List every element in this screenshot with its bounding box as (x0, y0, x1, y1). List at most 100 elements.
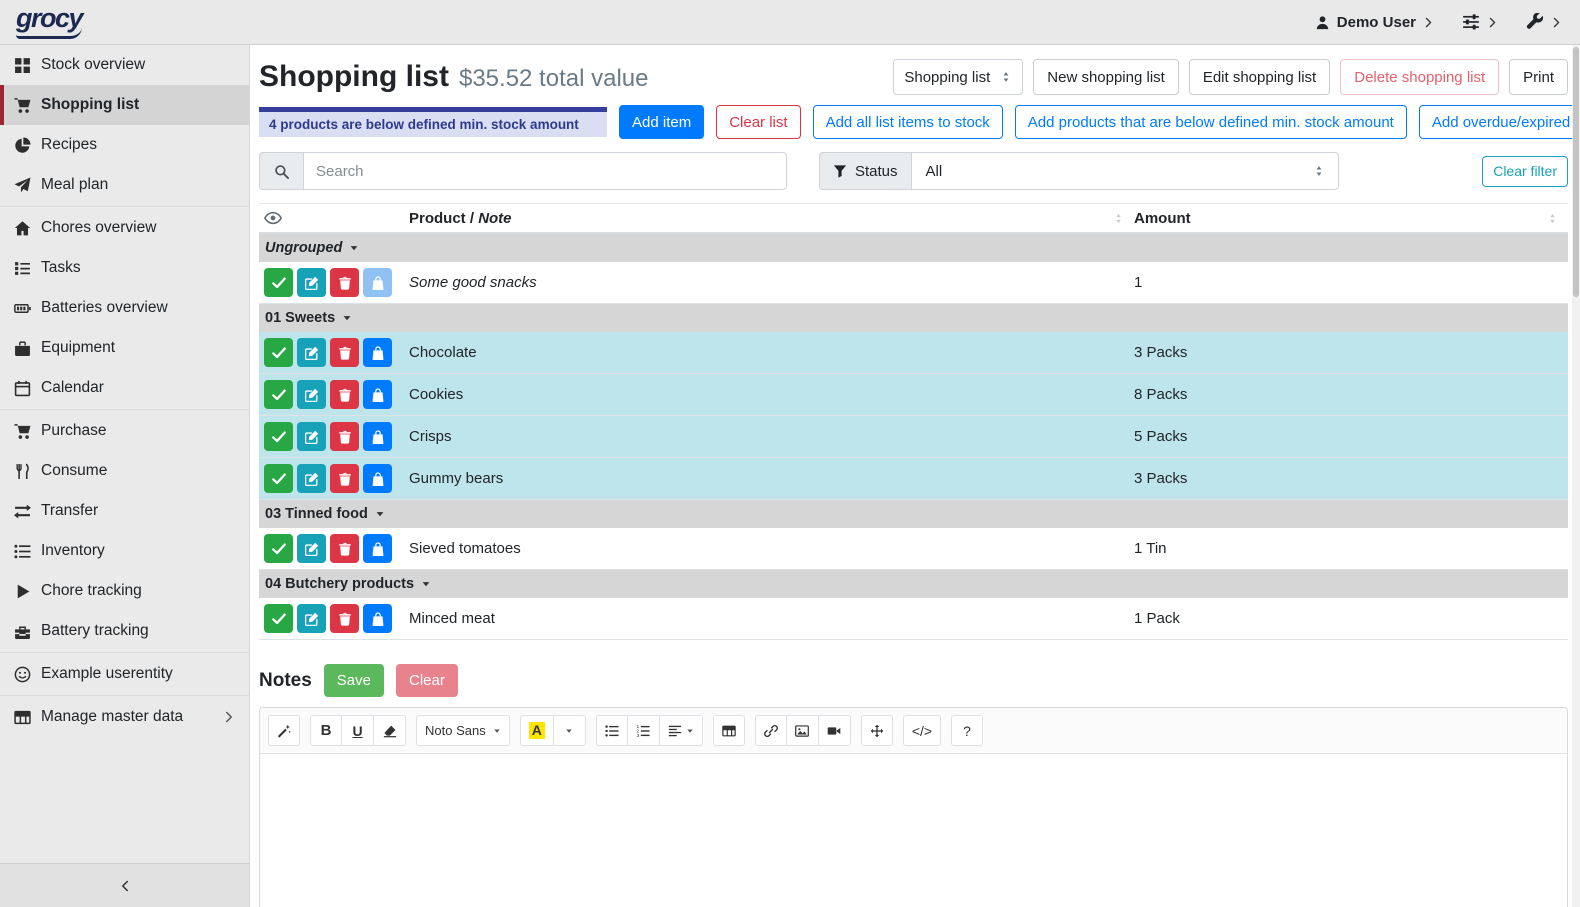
sidebar-item-recipes[interactable]: Recipes (0, 125, 249, 165)
row-delete-button[interactable] (330, 422, 359, 451)
sort-icon[interactable] (1113, 213, 1124, 224)
edit-shopping-list-button[interactable]: Edit shopping list (1189, 59, 1330, 95)
notes-clear-button[interactable]: Clear (396, 664, 458, 697)
sidebar-item-tasks[interactable]: Tasks (0, 248, 249, 288)
row-purchase-button[interactable] (363, 338, 392, 367)
sidebar-item-inventory[interactable]: Inventory (0, 531, 249, 571)
add-all-to-stock-button[interactable]: Add all list items to stock (813, 105, 1003, 139)
sidebar-item-manage-master-data[interactable]: Manage master data (0, 697, 249, 737)
insert-picture-button[interactable] (787, 715, 819, 746)
row-purchase-button[interactable] (363, 534, 392, 563)
insert-link-button[interactable] (755, 715, 787, 746)
row-edit-button[interactable] (297, 380, 326, 409)
settings-menu[interactable] (1462, 13, 1498, 31)
magic-style-button[interactable] (268, 715, 300, 746)
shopping-list-select[interactable]: Shopping list (893, 59, 1023, 95)
search-icon (274, 164, 289, 179)
sidebar-item-purchase[interactable]: Purchase (0, 411, 249, 451)
group-header-ungrouped[interactable]: Ungrouped (259, 234, 1568, 262)
row-delete-button[interactable] (330, 268, 359, 297)
row-done-button[interactable] (264, 380, 293, 409)
ordered-list-button[interactable] (628, 715, 660, 746)
sidebar-item-battery-tracking[interactable]: Battery tracking (0, 611, 249, 651)
row-delete-button[interactable] (330, 338, 359, 367)
bold-button[interactable]: B (310, 715, 342, 746)
row-purchase-button[interactable] (363, 380, 392, 409)
highlight-color-button[interactable]: A (520, 715, 554, 746)
row-edit-button[interactable] (297, 268, 326, 297)
add-below-min-button[interactable]: Add products that are below defined min.… (1015, 105, 1407, 139)
group-header-sweets[interactable]: 01 Sweets (259, 304, 1568, 332)
row-delete-button[interactable] (330, 464, 359, 493)
sidebar-collapse-button[interactable] (0, 863, 249, 907)
delete-shopping-list-button[interactable]: Delete shopping list (1340, 59, 1499, 95)
row-delete-button[interactable] (330, 604, 359, 633)
highlight-color-dropdown[interactable] (554, 715, 586, 746)
amount: 1 Tin (1134, 540, 1167, 557)
boxes-icon (14, 57, 31, 74)
row-purchase-button[interactable] (363, 268, 392, 297)
row-done-button[interactable] (264, 338, 293, 367)
print-button[interactable]: Print (1509, 59, 1568, 95)
notes-editor-area[interactable] (260, 754, 1567, 907)
row-edit-button[interactable] (297, 464, 326, 493)
sidebar-item-consume[interactable]: Consume (0, 451, 249, 491)
row-done-button[interactable] (264, 268, 293, 297)
sidebar-item-meal-plan[interactable]: Meal plan (0, 165, 249, 205)
insert-video-button[interactable] (819, 715, 851, 746)
user-menu[interactable]: Demo User (1315, 14, 1434, 31)
row-purchase-button[interactable] (363, 422, 392, 451)
row-delete-button[interactable] (330, 534, 359, 563)
group-header-tinned-food[interactable]: 03 Tinned food (259, 500, 1568, 528)
fullscreen-button[interactable] (861, 715, 893, 746)
add-item-button[interactable]: Add item (619, 105, 704, 139)
group-header-butchery[interactable]: 04 Butchery products (259, 570, 1568, 598)
font-family-select[interactable]: Noto Sans (416, 715, 510, 746)
sidebar-item-shopping-list[interactable]: Shopping list (0, 85, 249, 125)
help-button[interactable]: ? (951, 715, 983, 746)
row-purchase-button[interactable] (363, 604, 392, 633)
row-edit-button[interactable] (297, 338, 326, 367)
sidebar-item-calendar[interactable]: Calendar (0, 368, 249, 408)
unordered-list-button[interactable] (596, 715, 628, 746)
sidebar-item-example-userentity[interactable]: Example userentity (0, 654, 249, 694)
smile-icon (14, 666, 31, 683)
sidebar-item-chores-overview[interactable]: Chores overview (0, 208, 249, 248)
paragraph-button[interactable] (660, 715, 703, 746)
admin-menu[interactable] (1526, 13, 1562, 31)
insert-table-button[interactable] (713, 715, 745, 746)
new-shopping-list-button[interactable]: New shopping list (1033, 59, 1179, 95)
scrollbar-thumb[interactable] (1573, 47, 1579, 297)
sidebar-item-equipment[interactable]: Equipment (0, 328, 249, 368)
clear-list-button[interactable]: Clear list (716, 105, 800, 139)
add-overdue-button[interactable]: Add overdue/expired products (1419, 105, 1580, 139)
search-input[interactable] (303, 152, 787, 190)
code-view-button[interactable]: </> (903, 715, 941, 746)
note-column-header[interactable]: Note (478, 210, 511, 227)
clear-filter-button[interactable]: Clear filter (1482, 156, 1568, 187)
row-done-button[interactable] (264, 604, 293, 633)
status-select[interactable]: All (911, 152, 1339, 190)
row-done-button[interactable] (264, 464, 293, 493)
row-edit-button[interactable] (297, 422, 326, 451)
row-edit-button[interactable] (297, 604, 326, 633)
page-title: Shopping list (259, 56, 449, 98)
underline-button[interactable]: U (342, 715, 374, 746)
notes-save-button[interactable]: Save (324, 664, 384, 697)
min-stock-banner[interactable]: 4 products are below defined min. stock … (259, 107, 607, 137)
row-purchase-button[interactable] (363, 464, 392, 493)
vertical-scrollbar[interactable] (1572, 45, 1580, 907)
product-column-header[interactable]: Product / (409, 210, 474, 227)
row-done-button[interactable] (264, 534, 293, 563)
eye-icon[interactable] (264, 209, 282, 227)
sidebar-item-chore-tracking[interactable]: Chore tracking (0, 571, 249, 611)
amount-column-header[interactable]: Amount (1134, 210, 1191, 227)
sort-icon[interactable] (1547, 213, 1558, 224)
row-delete-button[interactable] (330, 380, 359, 409)
sidebar-item-transfer[interactable]: Transfer (0, 491, 249, 531)
clear-formatting-button[interactable] (374, 715, 406, 746)
row-edit-button[interactable] (297, 534, 326, 563)
row-done-button[interactable] (264, 422, 293, 451)
sidebar-item-stock-overview[interactable]: Stock overview (0, 45, 249, 85)
sidebar-item-batteries-overview[interactable]: Batteries overview (0, 288, 249, 328)
